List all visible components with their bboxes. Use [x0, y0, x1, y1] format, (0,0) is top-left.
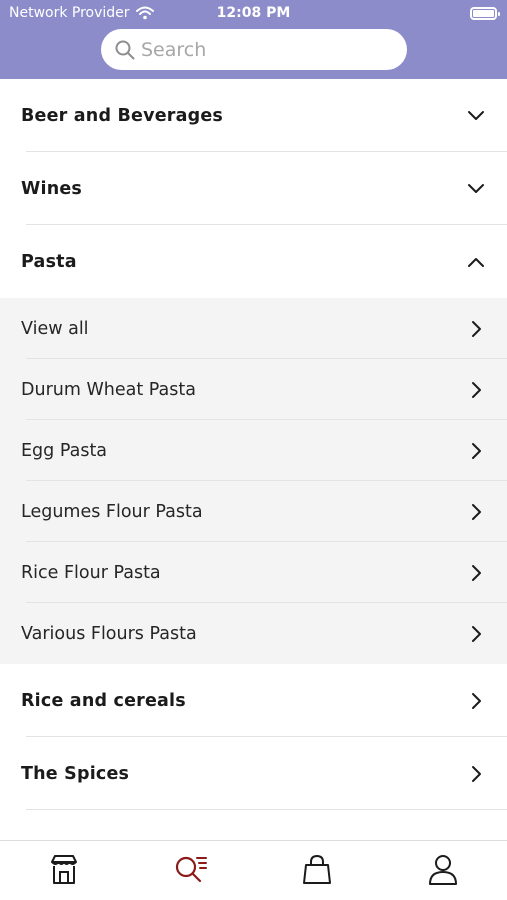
subcategory-view-all[interactable]: View all: [0, 298, 507, 359]
chevron-right-icon: [472, 564, 481, 581]
subcategory-label: Legumes Flour Pasta: [21, 501, 203, 522]
category-label: Pasta: [21, 251, 77, 272]
chevron-right-icon: [472, 381, 481, 398]
category-rice-and-cereals[interactable]: Rice and cereals: [0, 664, 507, 737]
subcategory-label: View all: [21, 318, 89, 339]
search-bar[interactable]: [101, 29, 407, 70]
chevron-right-icon: [472, 442, 481, 459]
category-list: Beer and Beverages Wines Pasta View all …: [0, 79, 507, 810]
category-label: Wines: [21, 178, 83, 199]
status-bar: Network Provider 12:08 PM: [0, 0, 507, 28]
search-icon: [115, 40, 135, 60]
subcategory-legumes-flour-pasta[interactable]: Legumes Flour Pasta: [0, 481, 507, 542]
status-time: 12:08 PM: [216, 5, 291, 21]
subcategory-egg-pasta[interactable]: Egg Pasta: [0, 420, 507, 481]
subcategory-label: Various Flours Pasta: [21, 623, 197, 644]
subcategory-label: Egg Pasta: [21, 440, 108, 461]
chevron-right-icon: [472, 692, 481, 709]
subcategory-label: Rice Flour Pasta: [21, 562, 161, 583]
chevron-right-icon: [472, 765, 481, 782]
subcategory-various-flours-pasta[interactable]: Various Flours Pasta: [0, 603, 507, 664]
search-list-icon[interactable]: [173, 853, 207, 887]
category-label: Rice and cereals: [21, 690, 186, 711]
subcategory-durum-wheat-pasta[interactable]: Durum Wheat Pasta: [0, 359, 507, 420]
category-wines[interactable]: Wines: [0, 152, 507, 225]
category-label: Beer and Beverages: [21, 105, 224, 126]
category-the-spices[interactable]: The Spices: [0, 737, 507, 810]
battery-icon: [470, 7, 500, 20]
category-beer-and-beverages[interactable]: Beer and Beverages: [0, 79, 507, 152]
store-icon[interactable]: [47, 853, 81, 887]
divider: [26, 809, 507, 810]
tab-bar: [0, 840, 507, 900]
category-pasta[interactable]: Pasta: [0, 225, 507, 298]
chevron-up-icon: [468, 257, 484, 267]
chevron-down-icon: [468, 110, 484, 120]
search-input[interactable]: [141, 29, 391, 70]
user-icon[interactable]: [426, 853, 460, 887]
chevron-right-icon: [472, 625, 481, 642]
subcategory-rice-flour-pasta[interactable]: Rice Flour Pasta: [0, 542, 507, 603]
subcategory-label: Durum Wheat Pasta: [21, 379, 196, 400]
shopping-bag-icon[interactable]: [300, 853, 334, 887]
chevron-right-icon: [472, 320, 481, 337]
chevron-down-icon: [468, 183, 484, 193]
header: Network Provider 12:08 PM: [0, 0, 507, 79]
chevron-right-icon: [472, 503, 481, 520]
category-label: The Spices: [21, 763, 130, 784]
